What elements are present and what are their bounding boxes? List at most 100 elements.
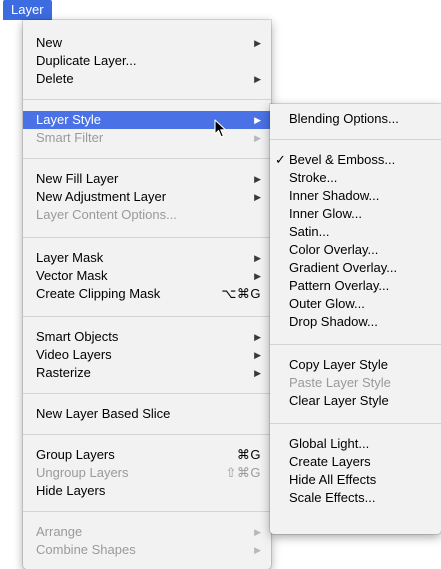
menu-item-label: Arrange xyxy=(36,524,83,539)
menu-item-label: Scale Effects... xyxy=(289,490,376,505)
menu-item-label: Duplicate Layer... xyxy=(36,53,137,68)
menu-item-arrange[interactable]: Arrange ▶ xyxy=(23,523,271,541)
menu-item-label: Copy Layer Style xyxy=(289,357,388,372)
menubar-layer-menu[interactable]: Layer xyxy=(3,0,52,20)
checkmark-icon: ✓ xyxy=(275,152,286,167)
menu-separator xyxy=(23,237,271,238)
menu-item-smart-filter[interactable]: Smart Filter ▶ xyxy=(23,129,271,147)
submenu-arrow-icon: ▶ xyxy=(254,350,261,360)
menu-item-outer-glow[interactable]: Outer Glow... xyxy=(270,295,441,313)
menu-item-label: New xyxy=(36,35,63,50)
submenu-arrow-icon: ▶ xyxy=(254,332,261,342)
menu-item-video-layers[interactable]: Video Layers ▶ xyxy=(23,346,271,364)
menu-item-duplicate-layer[interactable]: Duplicate Layer... xyxy=(23,52,271,70)
menu-item-label: Layer Content Options... xyxy=(36,207,177,222)
menu-separator xyxy=(23,393,271,394)
menu-item-label: New Layer Based Slice xyxy=(36,406,171,421)
menu-item-hide-all-effects[interactable]: Hide All Effects xyxy=(270,471,441,489)
menu-item-label: Layer Style xyxy=(36,112,102,127)
menu-item-label: Stroke... xyxy=(289,170,338,185)
menu-item-new-adjustment-layer[interactable]: New Adjustment Layer ▶ xyxy=(23,188,271,206)
menu-separator xyxy=(23,511,271,512)
menu-item-inner-shadow[interactable]: Inner Shadow... xyxy=(270,187,441,205)
menu-item-new-fill-layer[interactable]: New Fill Layer ▶ xyxy=(23,170,271,188)
menu-separator xyxy=(23,158,271,159)
menu-item-new[interactable]: New ▶ xyxy=(23,34,271,52)
menu-separator xyxy=(23,434,271,435)
menu-item-label: Global Light... xyxy=(289,436,370,451)
menu-item-label: Hide Layers xyxy=(36,483,106,498)
menu-separator xyxy=(23,99,271,100)
submenu-arrow-icon: ▶ xyxy=(254,115,261,125)
menu-item-label: Create Layers xyxy=(289,454,371,469)
menu-item-label: Blending Options... xyxy=(289,111,399,126)
menu-separator xyxy=(270,139,441,140)
submenu-arrow-icon: ▶ xyxy=(254,253,261,263)
menu-item-ungroup-layers[interactable]: Ungroup Layers ⇧⌘G xyxy=(23,464,271,482)
menu-item-copy-layer-style[interactable]: Copy Layer Style xyxy=(270,356,441,374)
menu-item-drop-shadow[interactable]: Drop Shadow... xyxy=(270,313,441,331)
menu-item-delete[interactable]: Delete ▶ xyxy=(23,70,271,88)
menu-item-create-layers[interactable]: Create Layers xyxy=(270,453,441,471)
menu-item-layer-style[interactable]: Layer Style ▶ xyxy=(23,111,271,129)
menu-item-label: Delete xyxy=(36,71,74,86)
menu-separator xyxy=(23,316,271,317)
menu-item-label: Gradient Overlay... xyxy=(289,260,398,275)
menu-item-label: Outer Glow... xyxy=(289,296,365,311)
menu-item-label: Drop Shadow... xyxy=(289,314,378,329)
menu-item-pattern-overlay[interactable]: Pattern Overlay... xyxy=(270,277,441,295)
menu-item-label: Layer Mask xyxy=(36,250,104,265)
menu-item-label: Pattern Overlay... xyxy=(289,278,390,293)
menu-item-combine-shapes[interactable]: Combine Shapes ▶ xyxy=(23,541,271,559)
submenu-arrow-icon: ▶ xyxy=(254,192,261,202)
layer-style-submenu: Blending Options... ✓ Bevel & Emboss... … xyxy=(270,104,441,534)
menu-item-rasterize[interactable]: Rasterize ▶ xyxy=(23,364,271,382)
mouse-pointer-icon xyxy=(214,119,227,138)
menu-item-label: Clear Layer Style xyxy=(289,393,389,408)
menu-item-smart-objects[interactable]: Smart Objects ▶ xyxy=(23,328,271,346)
menu-item-global-light[interactable]: Global Light... xyxy=(270,435,441,453)
menu-item-label: Group Layers xyxy=(36,447,115,462)
menu-item-label: Combine Shapes xyxy=(36,542,136,557)
menu-item-label: Rasterize xyxy=(36,365,91,380)
menu-item-layer-mask[interactable]: Layer Mask ▶ xyxy=(23,249,271,267)
menu-item-inner-glow[interactable]: Inner Glow... xyxy=(270,205,441,223)
submenu-arrow-icon: ▶ xyxy=(254,74,261,84)
menu-item-label: Smart Filter xyxy=(36,130,104,145)
menu-item-label: Smart Objects xyxy=(36,329,119,344)
menu-item-color-overlay[interactable]: Color Overlay... xyxy=(270,241,441,259)
menu-item-label: Paste Layer Style xyxy=(289,375,391,390)
menu-item-paste-layer-style[interactable]: Paste Layer Style xyxy=(270,374,441,392)
keyboard-shortcut: ⇧⌘G xyxy=(225,465,261,480)
submenu-arrow-icon: ▶ xyxy=(254,527,261,537)
menu-item-create-clipping-mask[interactable]: Create Clipping Mask ⌥⌘G xyxy=(23,285,271,303)
menu-item-group-layers[interactable]: Group Layers ⌘G xyxy=(23,446,271,464)
menu-item-new-layer-based-slice[interactable]: New Layer Based Slice xyxy=(23,405,271,423)
menu-item-label: Bevel & Emboss... xyxy=(289,152,396,167)
menu-item-label: Color Overlay... xyxy=(289,242,379,257)
menu-item-label: Create Clipping Mask xyxy=(36,286,161,301)
submenu-arrow-icon: ▶ xyxy=(254,38,261,48)
menu-item-satin[interactable]: Satin... xyxy=(270,223,441,241)
menu-item-layer-content-options[interactable]: Layer Content Options... xyxy=(23,206,271,224)
menu-item-bevel-emboss[interactable]: ✓ Bevel & Emboss... xyxy=(270,151,441,169)
menu-item-scale-effects[interactable]: Scale Effects... xyxy=(270,489,441,507)
submenu-arrow-icon: ▶ xyxy=(254,174,261,184)
menu-item-label: Inner Shadow... xyxy=(289,188,380,203)
menu-item-blending-options[interactable]: Blending Options... xyxy=(270,110,441,128)
menu-item-label: Inner Glow... xyxy=(289,206,362,221)
menu-item-stroke[interactable]: Stroke... xyxy=(270,169,441,187)
menu-item-label: New Fill Layer xyxy=(36,171,119,186)
submenu-arrow-icon: ▶ xyxy=(254,133,261,143)
menu-item-gradient-overlay[interactable]: Gradient Overlay... xyxy=(270,259,441,277)
menu-item-label: Vector Mask xyxy=(36,268,108,283)
layer-menu: New ▶ Duplicate Layer... Delete ▶ Layer … xyxy=(23,20,271,569)
menu-separator xyxy=(270,423,441,424)
menu-item-clear-layer-style[interactable]: Clear Layer Style xyxy=(270,392,441,410)
keyboard-shortcut: ⌥⌘G xyxy=(221,286,261,301)
menu-item-vector-mask[interactable]: Vector Mask ▶ xyxy=(23,267,271,285)
menu-item-hide-layers[interactable]: Hide Layers xyxy=(23,482,271,500)
keyboard-shortcut: ⌘G xyxy=(236,447,261,462)
menu-item-label: Video Layers xyxy=(36,347,112,362)
menu-separator xyxy=(270,344,441,345)
